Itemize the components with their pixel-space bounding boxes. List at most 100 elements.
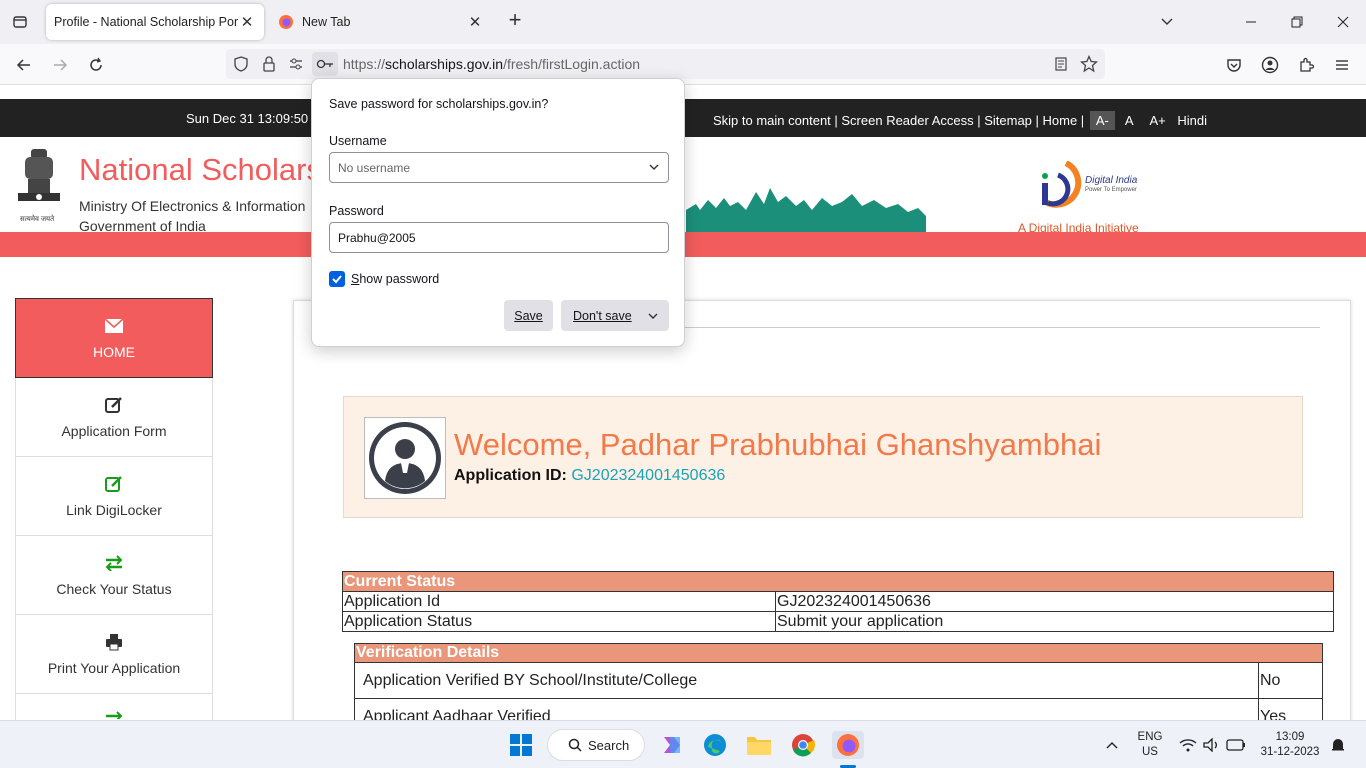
account-icon[interactable] — [1258, 53, 1282, 77]
digital-india-logo: Digital India Power To Empower — [1036, 161, 1146, 211]
chevron-down-icon[interactable] — [1155, 10, 1179, 34]
url-scheme: https:// — [343, 56, 386, 72]
sidebar-item-label: Check Your Status — [56, 581, 172, 597]
chevron-down-icon — [649, 164, 659, 170]
verification-label: Applicant Aadhaar Verified — [354, 698, 1259, 720]
back-icon[interactable] — [12, 53, 36, 77]
keyboard-region: US — [1142, 746, 1158, 758]
sidebar-item-home[interactable]: HOME — [15, 298, 213, 378]
exchange-icon — [104, 705, 124, 720]
sidebar-item-link-digilocker[interactable]: Link DigiLocker — [15, 457, 213, 536]
restore-icon[interactable] — [1285, 10, 1309, 34]
sidebar-item-label: HOME — [93, 344, 135, 360]
input-language[interactable]: ENG US — [1134, 730, 1166, 760]
url-bar[interactable]: https://scholarships.gov.in/fresh/firstL… — [226, 49, 1105, 79]
url-host: scholarships.gov.in — [385, 56, 504, 72]
windows-taskbar: Search ENG US 13:09 31-12-2023 — [0, 720, 1366, 768]
emblem-motto: सत्यमेव जयते — [20, 216, 55, 223]
minimize-icon[interactable] — [1239, 10, 1263, 34]
hindi-link[interactable]: Hindi — [1177, 113, 1207, 128]
welcome-card: Welcome, Padhar Prabhubhai Ghanshyambhai… — [343, 396, 1303, 518]
verification-label: Application Verified BY School/Institute… — [354, 662, 1259, 699]
pocket-icon[interactable] — [1222, 53, 1246, 77]
url-path: /fresh/firstLogin.action — [503, 56, 641, 72]
show-password-label[interactable]: Show password — [351, 272, 439, 286]
utility-link-text[interactable]: Skip to main content | Screen Reader Acc… — [713, 113, 1084, 128]
tab-profile[interactable]: Profile - National Scholarship Portal ✕ — [46, 4, 264, 40]
envelope-icon — [104, 316, 124, 336]
permissions-icon[interactable] — [287, 55, 305, 73]
application-id-value: GJ202324001450636 — [571, 467, 726, 484]
table-row: Application Status Submit your applicati… — [342, 611, 1334, 632]
battery-icon[interactable] — [1222, 731, 1250, 759]
tab-title: Profile - National Scholarship Portal — [54, 15, 238, 29]
forward-icon[interactable] — [48, 53, 72, 77]
clock[interactable]: 13:09 31-12-2023 — [1256, 730, 1324, 760]
save-button[interactable]: Save — [504, 300, 553, 331]
current-status-heading: Current Status — [342, 571, 1334, 592]
clock-date: 31-12-2023 — [1260, 746, 1320, 758]
windows-start-icon[interactable] — [507, 731, 535, 759]
menu-icon[interactable] — [1330, 53, 1354, 77]
chevron-down-icon[interactable] — [647, 310, 659, 322]
table-row: Application Id GJ202324001450636 — [342, 591, 1334, 612]
username-select[interactable]: No username — [329, 152, 669, 183]
edit-icon — [104, 474, 124, 494]
verification-table: Verification Details Application Verifie… — [354, 643, 1323, 720]
font-increase-button[interactable]: A+ — [1143, 111, 1171, 130]
notification-icon[interactable] — [1328, 731, 1348, 759]
reload-icon[interactable] — [84, 53, 108, 77]
edit-icon — [104, 395, 124, 415]
browser-nav-bar: https://scholarships.gov.in/fresh/firstL… — [0, 44, 1366, 85]
shield-icon[interactable] — [232, 55, 250, 73]
firefox-taskbar-icon[interactable] — [832, 731, 864, 759]
dont-save-button[interactable]: Don't save — [561, 300, 669, 331]
new-tab-icon[interactable]: + — [504, 9, 526, 32]
show-password-checkbox[interactable] — [329, 271, 345, 287]
sidebar-item-label: Print Your Application — [47, 660, 181, 676]
status-value: Submit your application — [775, 611, 1334, 632]
extensions-icon[interactable] — [1294, 53, 1318, 77]
username-label: Username — [329, 134, 387, 148]
close-window-icon[interactable] — [1331, 10, 1355, 34]
chrome-icon[interactable] — [789, 731, 817, 759]
sidebar-item-check-status[interactable]: Check Your Status — [15, 536, 213, 615]
verification-value: Yes — [1258, 698, 1323, 720]
sidebar-item-print-application[interactable]: Print Your Application — [15, 615, 213, 694]
key-icon[interactable] — [312, 52, 338, 76]
edge-icon[interactable] — [701, 731, 729, 759]
bookmark-star-icon[interactable] — [1080, 55, 1098, 73]
password-field[interactable]: Prabhu@2005 — [329, 222, 669, 253]
taskbar-search[interactable]: Search — [547, 729, 645, 761]
server-date: Sun Dec 31 13:09:50 IS — [186, 111, 325, 126]
sidebar-item-application-form[interactable]: Application Form — [15, 378, 213, 457]
tab-new-tab[interactable]: New Tab ✕ — [270, 4, 492, 40]
clock-time: 13:09 — [1275, 731, 1305, 743]
font-decrease-button[interactable]: A- — [1089, 111, 1115, 130]
application-id-label: Application ID: — [454, 467, 567, 484]
copilot-icon[interactable] — [658, 731, 686, 759]
sidebar-item-label: Application Form — [61, 423, 167, 439]
chevron-up-icon[interactable] — [1098, 731, 1126, 759]
avatar — [364, 417, 446, 499]
font-normal-button[interactable]: A — [1119, 111, 1140, 130]
reader-view-icon[interactable] — [1052, 55, 1070, 73]
sidebar-item-partial[interactable] — [15, 694, 213, 720]
site-title: National Scholars — [79, 152, 322, 187]
lock-icon[interactable] — [260, 55, 278, 73]
browser-tab-bar: Profile - National Scholarship Portal ✕ … — [0, 0, 1366, 44]
close-tab-icon[interactable]: ✕ — [238, 13, 256, 31]
file-explorer-icon[interactable] — [745, 731, 773, 759]
sidebar-item-label: Link DigiLocker — [66, 502, 162, 518]
close-tab-icon[interactable]: ✕ — [466, 13, 484, 31]
status-label: Application Id — [342, 591, 776, 612]
url-text[interactable]: https://scholarships.gov.in/fresh/firstL… — [343, 56, 640, 72]
utility-links[interactable]: Skip to main content | Screen Reader Acc… — [713, 111, 1207, 130]
welcome-heading: Welcome, Padhar Prabhubhai Ghanshyambhai — [454, 427, 1102, 462]
table-row: Application Verified BY School/Institute… — [354, 662, 1323, 699]
verification-heading: Verification Details — [354, 643, 1323, 663]
exchange-icon — [104, 553, 124, 573]
tab-list-icon[interactable] — [8, 10, 32, 34]
password-label: Password — [329, 204, 384, 218]
search-label: Search — [588, 737, 630, 753]
